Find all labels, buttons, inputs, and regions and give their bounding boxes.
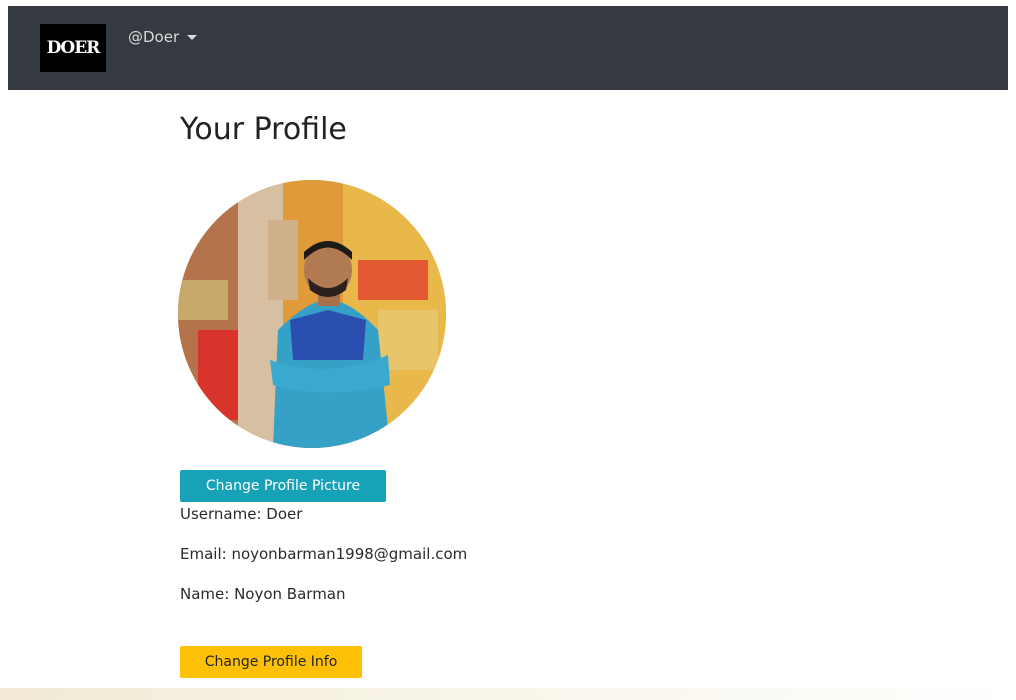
brand-logo[interactable]: DOER bbox=[40, 24, 106, 72]
profile-picture bbox=[178, 180, 446, 448]
change-profile-picture-button[interactable]: Change Profile Picture bbox=[180, 470, 386, 502]
brand-logo-text: DOER bbox=[46, 38, 101, 58]
page-title: Your Profile bbox=[180, 112, 347, 147]
profile-photo-image bbox=[178, 180, 446, 448]
username-text: Username: Doer bbox=[180, 505, 303, 523]
email-text: Email: noyonbarman1998@gmail.com bbox=[180, 545, 468, 563]
caret-down-icon bbox=[187, 34, 198, 40]
change-profile-info-button[interactable]: Change Profile Info bbox=[180, 646, 362, 678]
user-menu-label: @Doer bbox=[128, 28, 180, 46]
top-navbar: DOER @Doer bbox=[8, 6, 1008, 90]
user-dropdown-toggle[interactable]: @Doer bbox=[128, 28, 198, 46]
bottom-edge-strip bbox=[0, 688, 1016, 700]
name-text: Name: Noyon Barman bbox=[180, 585, 346, 603]
